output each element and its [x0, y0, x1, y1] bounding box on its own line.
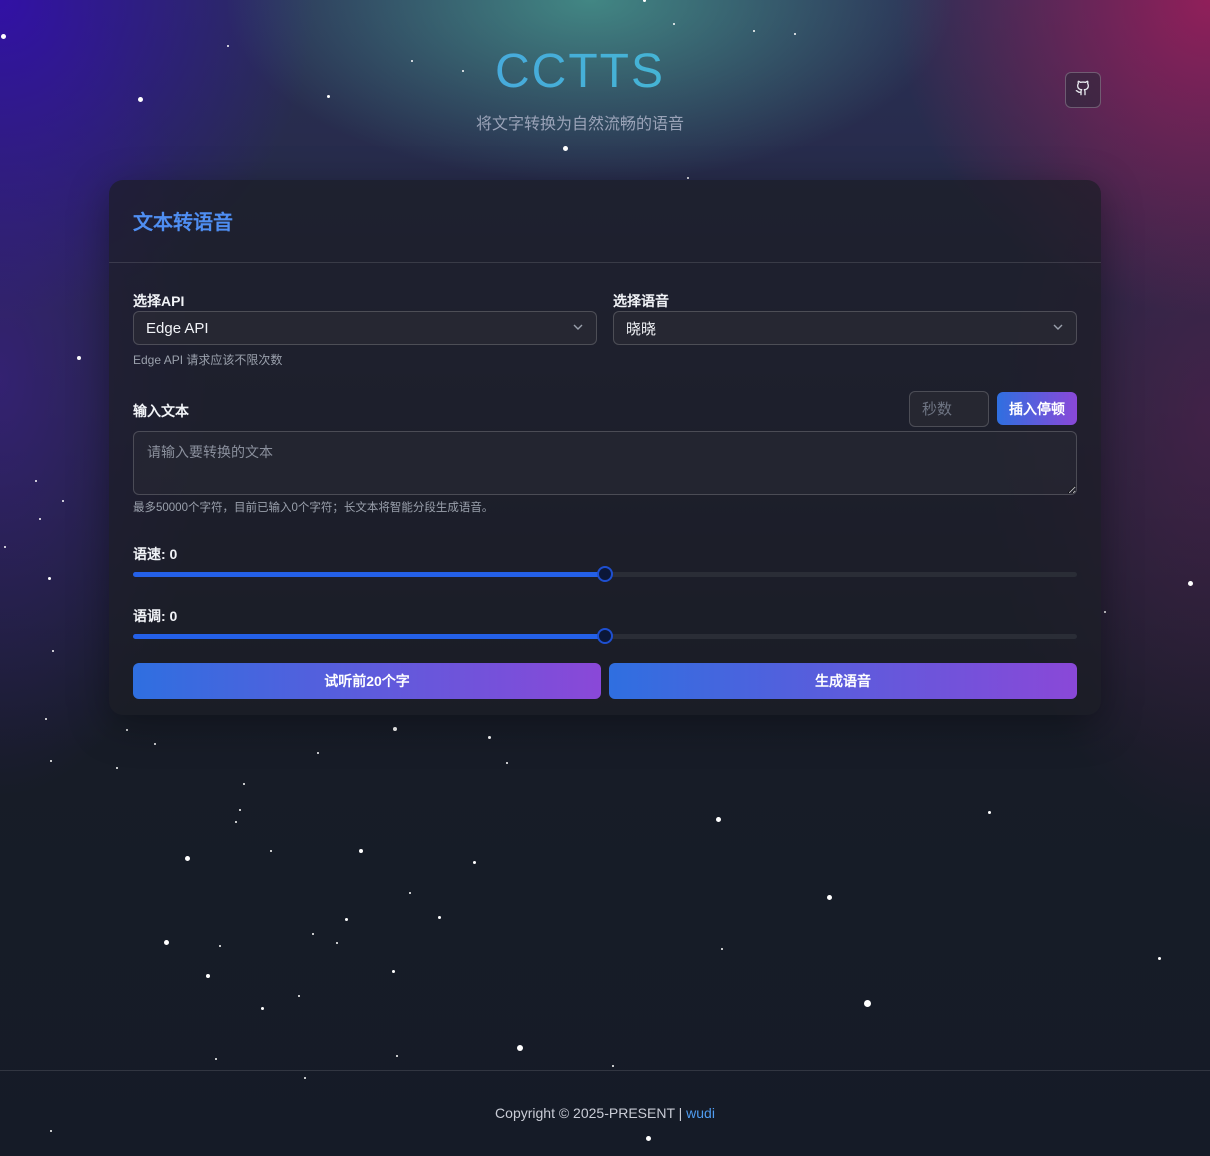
api-hint: Edge API 请求应该不限次数 [133, 353, 283, 367]
api-label: 选择API [133, 293, 185, 309]
github-button[interactable] [1065, 72, 1101, 108]
rate-slider-thumb[interactable] [597, 566, 613, 582]
page-header: CCTTS 将文字转换为自然流畅的语音 [0, 0, 1210, 180]
app-title: CCTTS [0, 44, 1160, 99]
github-icon [1075, 80, 1091, 101]
page-footer: Copyright © 2025-PRESENT | wudi [0, 1070, 1210, 1156]
copyright-text: Copyright © 2025-PRESENT | [495, 1105, 683, 1121]
voice-select-value: 晓晓 [626, 320, 657, 338]
chevron-down-icon [1052, 320, 1064, 337]
text-input[interactable] [133, 431, 1077, 495]
pitch-slider[interactable] [133, 628, 1077, 644]
card-header: 文本转语音 [109, 180, 1101, 263]
pitch-slider-fill [133, 634, 605, 639]
api-select-value: Edge API [146, 319, 209, 337]
voice-label: 选择语音 [613, 293, 669, 309]
voice-select[interactable]: 晓晓 [613, 311, 1077, 345]
insert-pause-button[interactable]: 插入停顿 [997, 392, 1077, 425]
footer-text: Copyright © 2025-PRESENT | wudi [0, 1105, 1210, 1121]
pitch-label: 语调: 0 [133, 608, 178, 624]
text-label: 输入文本 [133, 403, 189, 419]
card-title: 文本转语音 [133, 212, 233, 234]
api-select[interactable]: Edge API [133, 311, 597, 345]
rate-label: 语速: 0 [133, 546, 178, 562]
author-link[interactable]: wudi [686, 1105, 715, 1121]
pause-seconds-input[interactable] [909, 391, 989, 427]
generate-button[interactable]: 生成语音 [609, 663, 1077, 699]
preview-button[interactable]: 试听前20个字 [133, 663, 601, 699]
tts-card: 文本转语音 选择API Edge API Edge API 请求应该不限次数 选… [109, 180, 1101, 715]
pitch-slider-thumb[interactable] [597, 628, 613, 644]
app-subtitle: 将文字转换为自然流畅的语音 [475, 116, 684, 133]
text-hint: 最多50000个字符，目前已输入0个字符；长文本将智能分段生成语音。 [133, 502, 494, 514]
chevron-down-icon [572, 320, 584, 337]
rate-slider-fill [133, 572, 605, 577]
rate-slider[interactable] [133, 566, 1077, 582]
